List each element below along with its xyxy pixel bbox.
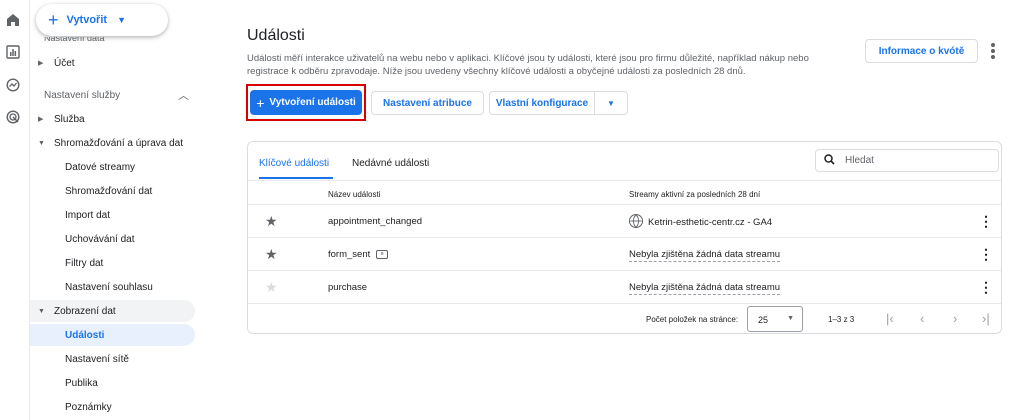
table-row[interactable]: ★ purchase Nebyla zjištěna žádná data st… xyxy=(248,271,1001,304)
stream-name[interactable]: Nebyla zjištěna žádná data streamu xyxy=(629,249,781,262)
create-button[interactable]: + Vytvořit ▼ xyxy=(36,4,168,36)
sidebar-item-label: Zobrazení dat xyxy=(54,305,116,317)
sidebar-item-label: Účet xyxy=(54,57,75,69)
event-name-cell: form_sent ≡ xyxy=(328,249,389,260)
previous-page-icon[interactable]: ‹ xyxy=(920,311,924,326)
chevron-up-icon: ︿ xyxy=(178,90,189,102)
next-page-icon[interactable]: › xyxy=(953,311,957,326)
create-event-button[interactable]: + Vytvoření události xyxy=(250,90,362,115)
sidebar-item-label: Nastavení sítě xyxy=(65,353,129,365)
star-empty-icon[interactable]: ★ xyxy=(265,279,278,296)
table-header: Název události Streamy aktivní za posled… xyxy=(248,180,1001,205)
plus-icon: + xyxy=(256,94,265,111)
tab-label: Klíčové události xyxy=(259,158,330,169)
row-more-icon[interactable]: ⋮ xyxy=(979,213,993,230)
collapse-arrow-icon: ▼ xyxy=(38,307,45,315)
main-content: Události Události měří interakce uživate… xyxy=(225,0,1024,420)
items-per-page-select[interactable]: 25 ▼ xyxy=(747,306,803,332)
sidebar-item-data-display[interactable]: ▼ Zobrazení dat xyxy=(30,300,195,322)
search-placeholder: Hledat xyxy=(845,155,874,166)
collapse-arrow-icon: ▼ xyxy=(38,139,45,147)
plus-icon: + xyxy=(48,10,59,30)
page-description: Události měří interakce uživatelů na web… xyxy=(247,53,809,77)
sidebar-item-data-filters[interactable]: Filtry dat xyxy=(30,252,195,274)
sidebar-item-annotations[interactable]: Poznámky xyxy=(30,396,195,418)
create-event-label: Vytvoření události xyxy=(269,97,356,108)
home-icon[interactable] xyxy=(4,11,22,29)
table-row[interactable]: ★ form_sent ≡ Nebyla zjištěna žádná data … xyxy=(248,238,1001,271)
sidebar-item-label: Události xyxy=(65,329,105,341)
column-header-streams: Streamy aktivní za posledních 28 dní xyxy=(629,190,761,199)
sidebar-item-audiences[interactable]: Publika xyxy=(30,372,195,394)
sidebar-section-label: Nastavení služby xyxy=(44,89,121,101)
sidebar-item-network-settings[interactable]: Nastavení sítě xyxy=(30,348,195,370)
tab-recent-events[interactable]: Nedávné události xyxy=(352,153,429,179)
star-filled-icon[interactable]: ★ xyxy=(265,246,278,263)
stream-name[interactable]: Nebyla zjištěna žádná data streamu xyxy=(629,282,781,295)
sidebar-item-label: Filtry dat xyxy=(65,257,104,269)
expand-arrow-icon: ▶ xyxy=(38,60,44,67)
items-per-page-value: 25 xyxy=(758,315,769,325)
table-row[interactable]: ★ appointment_changed Ketrin-esthetic-ce… xyxy=(248,205,1001,238)
create-label: Vytvořit xyxy=(66,14,108,26)
sidebar-item-label: Shromažďování a úprava dat xyxy=(54,137,183,149)
quota-info-button[interactable]: Informace o kvótě xyxy=(865,39,978,63)
sidebar-item-label: Služba xyxy=(54,113,85,125)
sidebar-item-label: Nastavení souhlasu xyxy=(65,281,153,293)
target-icon[interactable] xyxy=(4,108,22,126)
event-name: form_sent xyxy=(328,249,371,260)
sidebar-cut-text: Nastavení data xyxy=(44,37,105,43)
more-options-icon[interactable] xyxy=(987,40,999,62)
search-input[interactable]: Hledat xyxy=(815,149,999,172)
events-card: Klíčové události Nedávné události Hledat… xyxy=(247,141,1002,334)
sidebar-item-data-collection-sub[interactable]: Shromažďování dat xyxy=(30,180,195,202)
sidebar-item-data-collection[interactable]: ▼ Shromažďování a úprava dat xyxy=(30,132,195,154)
sidebar-item-label: Import dat xyxy=(65,209,111,221)
stream-name: Ketrin-esthetic-centr.cz - GA4 xyxy=(648,216,773,228)
sidebar-item-label: Uchovávání dat xyxy=(65,233,135,245)
admin-sidebar: + Vytvořit ▼ Nastavení data ▶ Účet Nasta… xyxy=(30,0,225,420)
sidebar-item-label: Publika xyxy=(65,377,98,389)
attribution-settings-button[interactable]: Nastavení atribuce xyxy=(371,91,484,115)
tab-label: Nedávné události xyxy=(352,158,430,169)
explore-icon[interactable] xyxy=(4,76,22,94)
sidebar-item-account[interactable]: ▶ Účet xyxy=(30,52,195,74)
event-name: purchase xyxy=(328,282,368,293)
page-title: Události xyxy=(247,27,305,44)
first-page-icon[interactable]: |‹ xyxy=(886,311,894,326)
event-name: appointment_changed xyxy=(328,216,423,227)
last-page-icon[interactable]: ›| xyxy=(982,311,990,326)
star-filled-icon[interactable]: ★ xyxy=(265,213,278,230)
sidebar-item-label: Shromažďování dat xyxy=(65,185,153,197)
row-more-icon[interactable]: ⋮ xyxy=(979,246,993,263)
form-badge-icon: ≡ xyxy=(376,249,389,259)
sidebar-item-data-import[interactable]: Import dat xyxy=(30,204,195,226)
pagination: Počet položek na stránce: 25 ▼ 1–3 z 3 |… xyxy=(248,304,1001,334)
sidebar-item-events[interactable]: Události xyxy=(30,324,195,346)
custom-config-button[interactable]: Vlastní konfigurace xyxy=(489,91,595,115)
sidebar-item-label: Poznámky xyxy=(65,401,112,413)
pagination-range: 1–3 z 3 xyxy=(828,315,855,324)
left-rail xyxy=(0,0,30,420)
caret-down-icon: ▼ xyxy=(787,315,794,322)
expand-arrow-icon: ▶ xyxy=(38,116,44,123)
search-icon xyxy=(824,153,835,168)
globe-icon xyxy=(629,214,643,228)
column-header-event-name: Název události xyxy=(328,190,381,199)
caret-down-icon: ▼ xyxy=(607,98,615,108)
sidebar-item-label: Datové streamy xyxy=(65,161,136,173)
bar-chart-icon[interactable] xyxy=(4,43,22,61)
sidebar-item-service[interactable]: ▶ Služba xyxy=(30,108,195,130)
sidebar-item-data-streams[interactable]: Datové streamy xyxy=(30,156,195,178)
sidebar-item-consent-settings[interactable]: Nastavení souhlasu xyxy=(30,276,195,298)
items-per-page-label: Počet položek na stránce: xyxy=(646,315,739,324)
tab-key-events[interactable]: Klíčové události xyxy=(259,153,333,179)
sidebar-item-data-retention[interactable]: Uchovávání dat xyxy=(30,228,195,250)
sidebar-section-service-settings[interactable]: Nastavení služby ︿ xyxy=(30,84,195,106)
row-more-icon[interactable]: ⋮ xyxy=(979,279,993,296)
custom-config-dropdown[interactable]: ▼ xyxy=(594,91,628,115)
stream-cell: Ketrin-esthetic-centr.cz - GA4 xyxy=(629,214,773,228)
caret-down-icon: ▼ xyxy=(117,15,126,25)
